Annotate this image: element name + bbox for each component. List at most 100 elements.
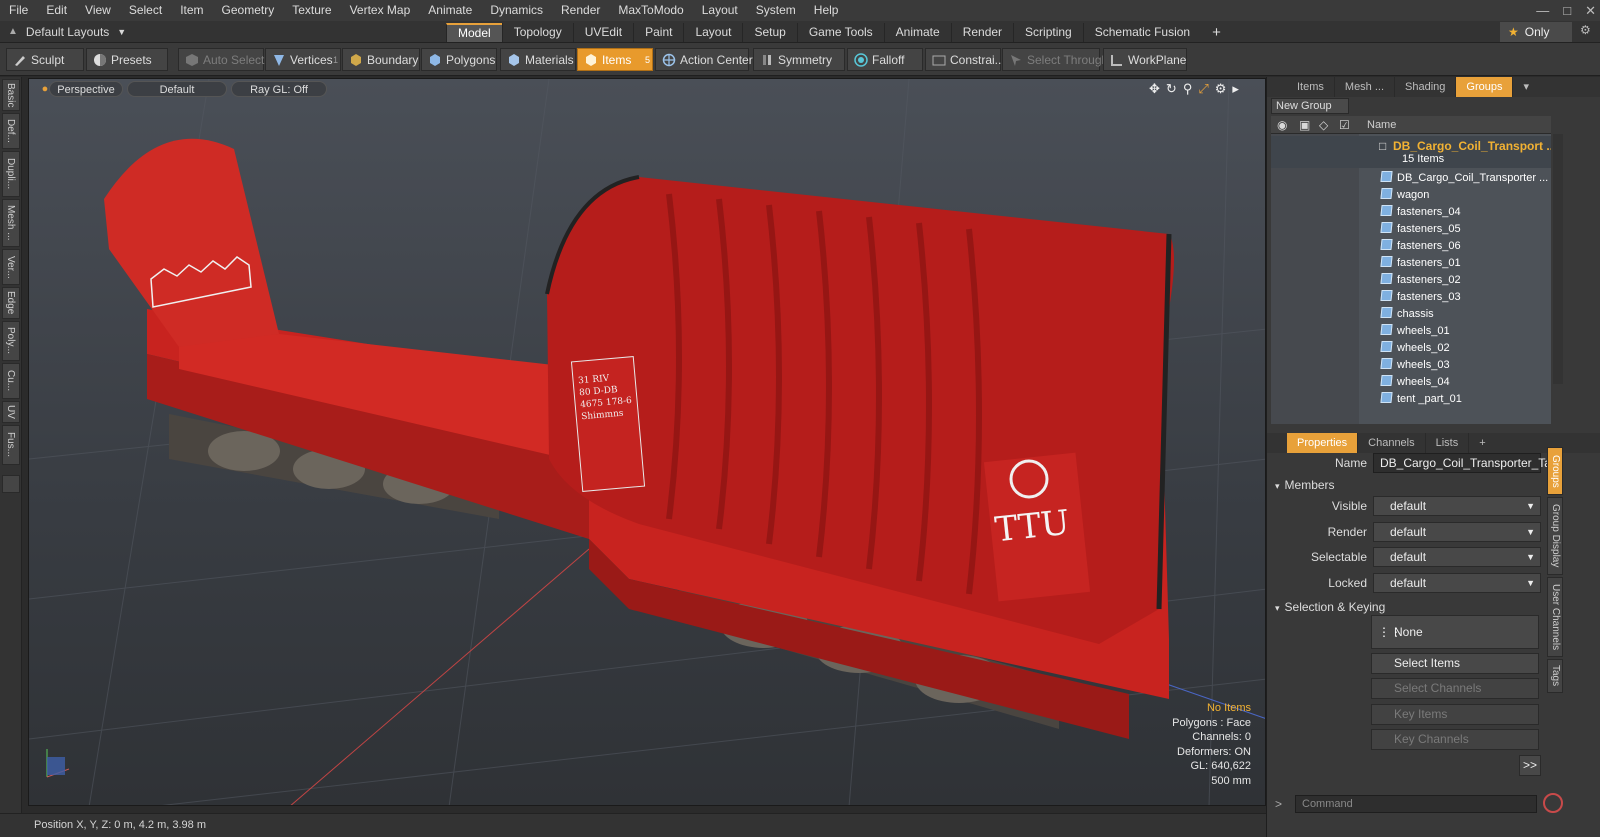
- close-icon[interactable]: ✕: [1585, 0, 1596, 21]
- menu-file[interactable]: File: [0, 0, 37, 21]
- select-items-button[interactable]: Select Items: [1371, 653, 1539, 674]
- selection-keying-section[interactable]: ▾ Selection & Keying: [1275, 599, 1541, 615]
- select-icon[interactable]: ◇: [1319, 118, 1328, 132]
- left-tab-polygon[interactable]: Poly...: [2, 321, 20, 361]
- menu-dynamics[interactable]: Dynamics: [481, 0, 552, 21]
- render-select[interactable]: default ▼: [1373, 522, 1541, 542]
- select-channels-button[interactable]: Select Channels: [1371, 678, 1539, 699]
- left-tab-deform[interactable]: Def...: [2, 113, 20, 149]
- menu-select[interactable]: Select: [120, 0, 171, 21]
- menu-edit[interactable]: Edit: [37, 0, 76, 21]
- shading-mode-button[interactable]: Default: [127, 81, 227, 97]
- vertices-button[interactable]: Vertices 1: [265, 48, 341, 71]
- tab-shading[interactable]: Shading: [1395, 77, 1457, 97]
- menu-geometry[interactable]: Geometry: [213, 0, 284, 21]
- tree-item[interactable]: wheels_01: [1380, 323, 1450, 340]
- tree-item[interactable]: wagon: [1380, 187, 1429, 204]
- rotate-view-icon[interactable]: ↻: [1166, 81, 1177, 97]
- tab-layout[interactable]: Layout: [683, 23, 742, 42]
- tab-game-tools[interactable]: Game Tools: [796, 23, 884, 42]
- tab-items[interactable]: Items: [1287, 77, 1335, 97]
- left-tab-curve[interactable]: Cu...: [2, 363, 20, 399]
- selectable-select[interactable]: default ▼: [1373, 547, 1541, 567]
- left-tab-mesh[interactable]: Mesh ...: [2, 199, 20, 247]
- side-tab-user-channels[interactable]: User Channels: [1547, 577, 1563, 657]
- tree-item[interactable]: fasteners_03: [1380, 289, 1461, 306]
- tab-groups[interactable]: Groups: [1456, 77, 1514, 97]
- zoom-view-icon[interactable]: ⚲: [1183, 81, 1193, 97]
- tab-scripting[interactable]: Scripting: [1013, 23, 1083, 42]
- tab-schematic-fusion[interactable]: Schematic Fusion: [1082, 23, 1201, 42]
- visible-select[interactable]: default ▼: [1373, 496, 1541, 516]
- menu-maxtomodo[interactable]: MaxToModo: [609, 0, 692, 21]
- polygons-button[interactable]: Polygons: [421, 48, 497, 71]
- side-tab-tags[interactable]: Tags: [1547, 659, 1563, 693]
- tree-item[interactable]: fasteners_01: [1380, 255, 1461, 272]
- none-button[interactable]: ⋮⋮ None: [1371, 615, 1539, 649]
- tree-item[interactable]: tent _part_01: [1380, 391, 1462, 408]
- side-tab-groups[interactable]: Groups: [1547, 447, 1563, 495]
- add-tab-icon[interactable]: +: [1469, 433, 1495, 453]
- render-icon[interactable]: ▣: [1299, 118, 1310, 132]
- tab-properties[interactable]: Properties: [1287, 433, 1359, 453]
- left-tab-expand[interactable]: [2, 475, 20, 493]
- menu-item[interactable]: Item: [171, 0, 212, 21]
- tab-animate[interactable]: Animate: [883, 23, 951, 42]
- add-tab-icon[interactable]: +: [1201, 23, 1232, 42]
- menu-system[interactable]: System: [747, 0, 805, 21]
- left-tab-fusion[interactable]: Fus...: [2, 425, 20, 465]
- left-tab-duplicate[interactable]: Dupli...: [2, 151, 20, 197]
- raygl-button[interactable]: Ray GL: Off: [231, 81, 327, 97]
- action-center-button[interactable]: Action Center: [655, 48, 753, 71]
- name-field[interactable]: DB_Cargo_Coil_Transporter_Tarp: [1373, 453, 1562, 473]
- tab-topology[interactable]: Topology: [501, 23, 573, 42]
- view-type-button[interactable]: Perspective: [49, 81, 123, 97]
- more-button[interactable]: >>: [1519, 755, 1541, 776]
- tab-paint[interactable]: Paint: [633, 23, 683, 42]
- maximize-icon[interactable]: □: [1563, 0, 1571, 21]
- menu-animate[interactable]: Animate: [419, 0, 481, 21]
- gear-icon[interactable]: ⚙: [1580, 23, 1591, 37]
- group-row[interactable]: □ DB_Cargo_Coil_Transport ... 15 Items: [1271, 136, 1551, 168]
- menu-render[interactable]: Render: [552, 0, 609, 21]
- tab-lists[interactable]: Lists: [1426, 433, 1470, 453]
- 3d-viewport[interactable]: 31 RIV 80 D-DB 4675 178-6 Shimmns TTU ● …: [28, 78, 1266, 806]
- name-column-header[interactable]: Name: [1367, 116, 1396, 134]
- boundary-button[interactable]: Boundary: [342, 48, 420, 71]
- materials-button[interactable]: Materials: [500, 48, 576, 71]
- tab-render[interactable]: Render: [950, 23, 1013, 42]
- left-tab-uv[interactable]: UV: [2, 401, 20, 423]
- tree-item[interactable]: DB_Cargo_Coil_Transporter ...: [1380, 170, 1548, 187]
- menu-texture[interactable]: Texture: [283, 0, 340, 21]
- new-group-button[interactable]: New Group: [1271, 98, 1349, 114]
- locked-select[interactable]: default ▼: [1373, 573, 1541, 593]
- expand-viewport-icon[interactable]: ▸: [1232, 81, 1239, 97]
- left-tab-basic[interactable]: Basic: [2, 79, 20, 111]
- key-channels-button[interactable]: Key Channels: [1371, 729, 1539, 750]
- menu-layout[interactable]: Layout: [693, 0, 747, 21]
- menu-help[interactable]: Help: [805, 0, 848, 21]
- chevron-down-icon[interactable]: ▾: [1513, 77, 1539, 97]
- side-tab-group-display[interactable]: Group Display: [1547, 497, 1563, 575]
- tab-uvedit[interactable]: UVEdit: [572, 23, 633, 42]
- tree-item[interactable]: chassis: [1380, 306, 1434, 323]
- tree-item[interactable]: fasteners_06: [1380, 238, 1461, 255]
- tab-model[interactable]: Model: [446, 23, 502, 42]
- tree-item[interactable]: wheels_02: [1380, 340, 1450, 357]
- sculpt-button[interactable]: Sculpt: [6, 48, 84, 71]
- fit-view-icon[interactable]: ⤢: [1198, 81, 1208, 97]
- tab-channels[interactable]: Channels: [1358, 433, 1426, 453]
- workplane-button[interactable]: WorkPlane: [1103, 48, 1187, 71]
- falloff-button[interactable]: Falloff: [847, 48, 923, 71]
- left-tab-vertex[interactable]: Ver...: [2, 249, 20, 285]
- viewport-settings-icon[interactable]: ⚙: [1215, 81, 1227, 97]
- lock-icon[interactable]: ☑: [1339, 118, 1350, 132]
- minimize-icon[interactable]: —: [1536, 0, 1549, 21]
- tree-item[interactable]: fasteners_05: [1380, 221, 1461, 238]
- command-input[interactable]: Command: [1295, 795, 1537, 813]
- tree-item[interactable]: wheels_03: [1380, 357, 1450, 374]
- tree-scrollbar[interactable]: [1553, 134, 1563, 384]
- menu-vertex-map[interactable]: Vertex Map: [341, 0, 420, 21]
- tree-item[interactable]: wheels_04: [1380, 374, 1450, 391]
- key-items-button[interactable]: Key Items: [1371, 704, 1539, 725]
